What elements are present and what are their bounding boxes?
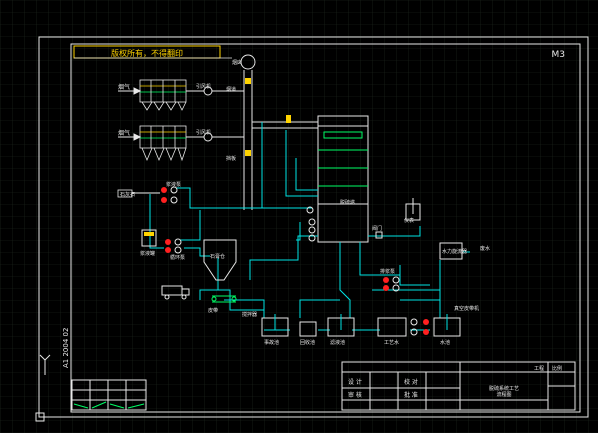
title-block-reviewer: 审 核 [348,391,362,399]
tank-4-label: 工艺水 [384,339,399,346]
pump-row-2-label: 循环泵 [170,254,185,261]
sheet-number: M3 [552,50,566,60]
belt-filter-label: 真空皮带机 [454,305,479,312]
title-block-project: 工程 [534,365,544,372]
title-block-subtitle: 流程图 [496,391,511,398]
agitator-label: 搅拌器 [242,311,257,318]
instrument-2-label: 仪表 [404,217,414,224]
fan-2-label: 引风机 [196,129,211,136]
grid-overlay [0,0,598,433]
duct-label-upper: 烟气 [118,83,130,91]
title-block-scale: 比例 [552,365,562,372]
lower-pumps-label: 排浆泵 [380,268,395,275]
duct-label-lower: 烟气 [118,129,130,137]
conveyor-label: 皮带 [208,307,218,314]
tower-label: 脱硫塔 [340,199,355,206]
fan-1-label: 引风机 [196,83,211,90]
tank-2-label: 回收池 [300,339,315,346]
damper-3 [286,115,291,123]
valve-2-label: 挡板 [226,155,236,162]
cyclone-label: 水力旋流器 [442,248,467,255]
title-block-title: 脱硫系统工艺 [489,385,519,392]
pump-row-1-label: 浆液泵 [166,181,181,188]
title-block-approver: 批 准 [404,391,418,399]
title-block-checker: 校 对 [404,378,418,386]
silo-label: 石膏仓 [210,253,225,260]
tank-5-label: 水池 [440,339,450,346]
instrument-1-label: 阀门 [372,225,382,232]
side-label: A1 2004 02 [62,328,70,368]
damper-1 [245,78,251,84]
tank-fill-marker [144,232,154,236]
cad-drawing-canvas[interactable]: 版权所有，不得翻印 M3 A1 2004 02 烟气 烟气 引风机 引风机 烟囱… [0,0,598,433]
reagent-label: 石灰石 [120,191,135,198]
wastewater-label: 废水 [480,245,490,252]
banner-text: 版权所有，不得翻印 [111,48,183,58]
damper-2 [245,150,251,156]
valve-1-label: 烟道 [226,86,236,93]
stack-label: 烟囱 [232,59,242,66]
tank-1-label: 事故池 [264,339,279,346]
title-block-designer: 设 计 [348,378,362,386]
tank-3-label: 滤液池 [330,339,345,346]
reagent-tank-label: 浆液罐 [140,250,155,257]
